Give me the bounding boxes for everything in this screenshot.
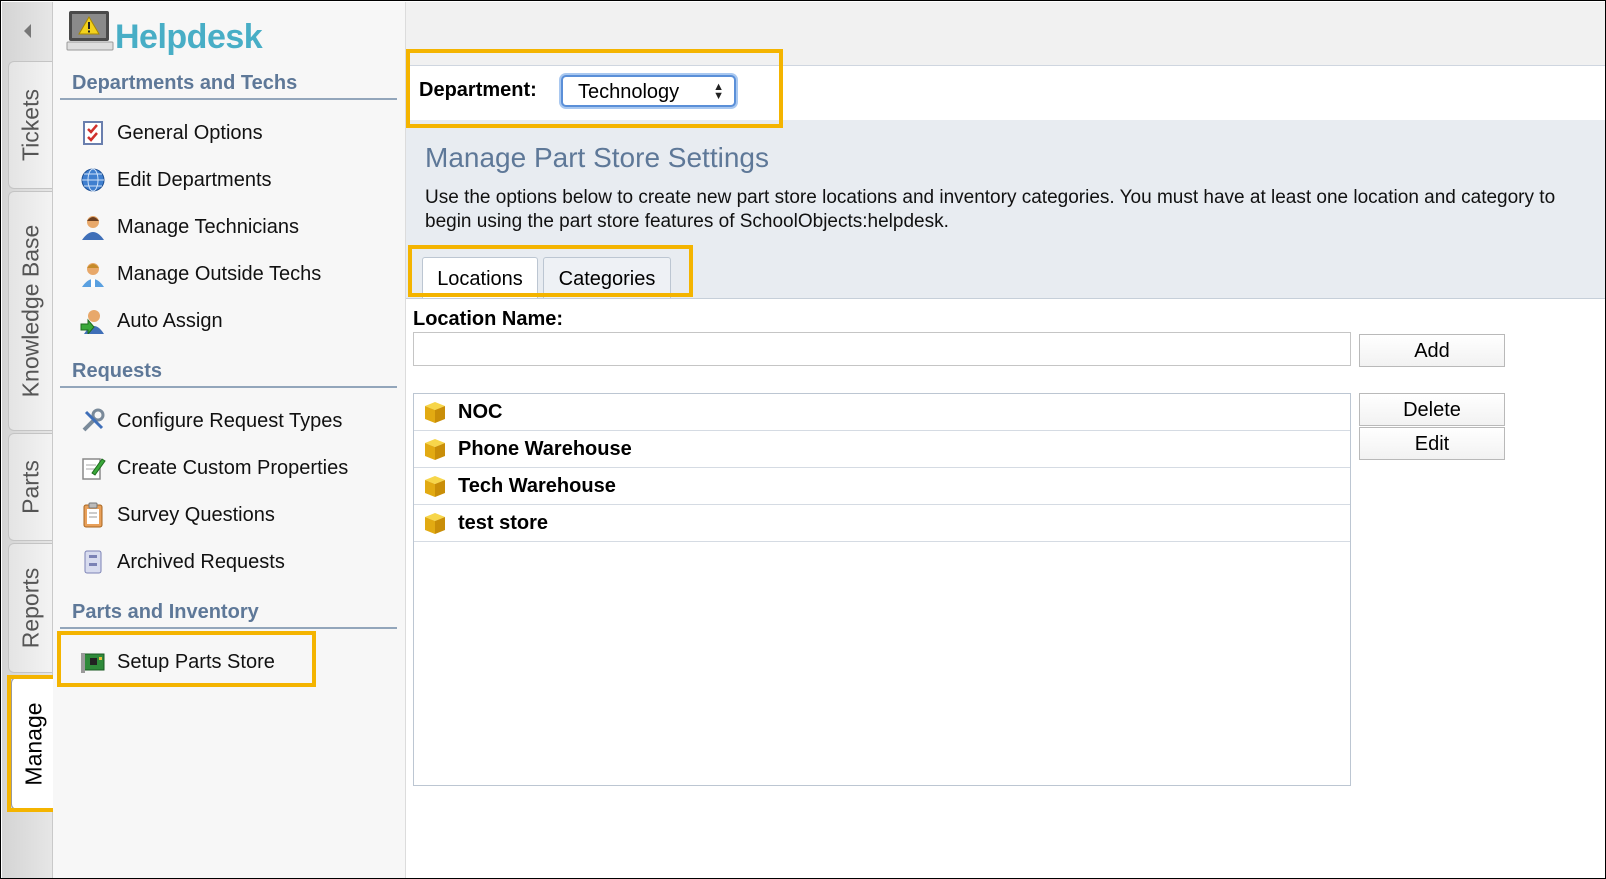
location-name-input[interactable] bbox=[413, 332, 1351, 366]
tab-locations[interactable]: Locations bbox=[422, 257, 538, 298]
nav-general-options[interactable]: General Options bbox=[80, 118, 263, 148]
vertical-tab-strip: Tickets Knowledge Base Parts Reports Man… bbox=[2, 2, 55, 878]
section-requests: Requests bbox=[60, 360, 397, 388]
page-description: Use the options below to create new part… bbox=[425, 187, 1556, 232]
list-item[interactable]: NOC bbox=[414, 394, 1350, 431]
auto-assign-icon bbox=[80, 310, 104, 334]
circuit-board-icon bbox=[81, 653, 105, 673]
list-item[interactable]: Phone Warehouse bbox=[414, 431, 1350, 468]
department-label: Department: bbox=[419, 79, 537, 101]
app-title: Helpdesk bbox=[115, 18, 263, 56]
vtab-manage[interactable]: Manage bbox=[11, 677, 55, 810]
nav-configure-request-types[interactable]: Configure Request Types bbox=[80, 406, 342, 436]
outside-tech-icon bbox=[82, 263, 104, 287]
archive-icon bbox=[84, 550, 102, 574]
delete-button[interactable]: Delete bbox=[1359, 393, 1505, 426]
edit-button[interactable]: Edit bbox=[1359, 427, 1505, 460]
helpdesk-logo-icon bbox=[66, 11, 114, 51]
nav-edit-departments[interactable]: Edit Departments bbox=[80, 165, 272, 195]
tools-icon bbox=[82, 408, 105, 432]
nav-create-custom-properties[interactable]: Create Custom Properties bbox=[80, 453, 348, 483]
globe-icon bbox=[81, 168, 105, 192]
vtab-tickets[interactable]: Tickets bbox=[8, 61, 52, 189]
box-icon bbox=[425, 513, 445, 534]
list-item[interactable]: test store bbox=[414, 505, 1350, 542]
nav-manage-technicians[interactable]: Manage Technicians bbox=[80, 212, 299, 242]
main-content: Department: Technology ▲ ▼ Manage Part St… bbox=[406, 2, 1605, 878]
vtab-reports[interactable]: Reports bbox=[8, 543, 52, 673]
nav-survey-questions[interactable]: Survey Questions bbox=[80, 500, 275, 530]
edit-note-icon bbox=[82, 458, 106, 480]
box-icon bbox=[425, 476, 445, 497]
technician-icon bbox=[82, 216, 104, 240]
nav-setup-parts-store[interactable]: Setup Parts Store bbox=[80, 647, 275, 677]
nav-auto-assign[interactable]: Auto Assign bbox=[80, 306, 223, 336]
section-departments-and-techs: Departments and Techs bbox=[60, 72, 397, 100]
app-window: Tickets Knowledge Base Parts Reports Man… bbox=[0, 0, 1606, 879]
vtab-knowledge-base[interactable]: Knowledge Base bbox=[8, 191, 52, 431]
list-item[interactable]: Tech Warehouse bbox=[414, 468, 1350, 505]
location-name-label: Location Name: bbox=[413, 308, 564, 330]
box-icon bbox=[425, 439, 445, 460]
add-button[interactable]: Add bbox=[1359, 334, 1505, 367]
select-arrows-icon: ▲ ▼ bbox=[713, 81, 724, 102]
nav-archived-requests[interactable]: Archived Requests bbox=[80, 547, 285, 577]
locations-list: NOC Phone Warehouse Tech Warehouse test … bbox=[413, 393, 1351, 786]
nav-manage-outside-techs[interactable]: Manage Outside Techs bbox=[80, 259, 321, 289]
section-parts-and-inventory: Parts and Inventory bbox=[60, 601, 397, 629]
clipboard-icon bbox=[83, 502, 103, 528]
page-title: Manage Part Store Settings bbox=[425, 142, 769, 173]
sidebar: Helpdesk Departments and Techs General O… bbox=[53, 2, 406, 878]
department-select[interactable]: Technology ▲ ▼ bbox=[561, 75, 736, 107]
tab-categories[interactable]: Categories bbox=[543, 257, 671, 298]
vtab-parts[interactable]: Parts bbox=[8, 433, 52, 541]
box-icon bbox=[425, 402, 445, 423]
collapse-arrow-icon[interactable] bbox=[24, 24, 31, 38]
checklist-icon bbox=[83, 121, 103, 145]
